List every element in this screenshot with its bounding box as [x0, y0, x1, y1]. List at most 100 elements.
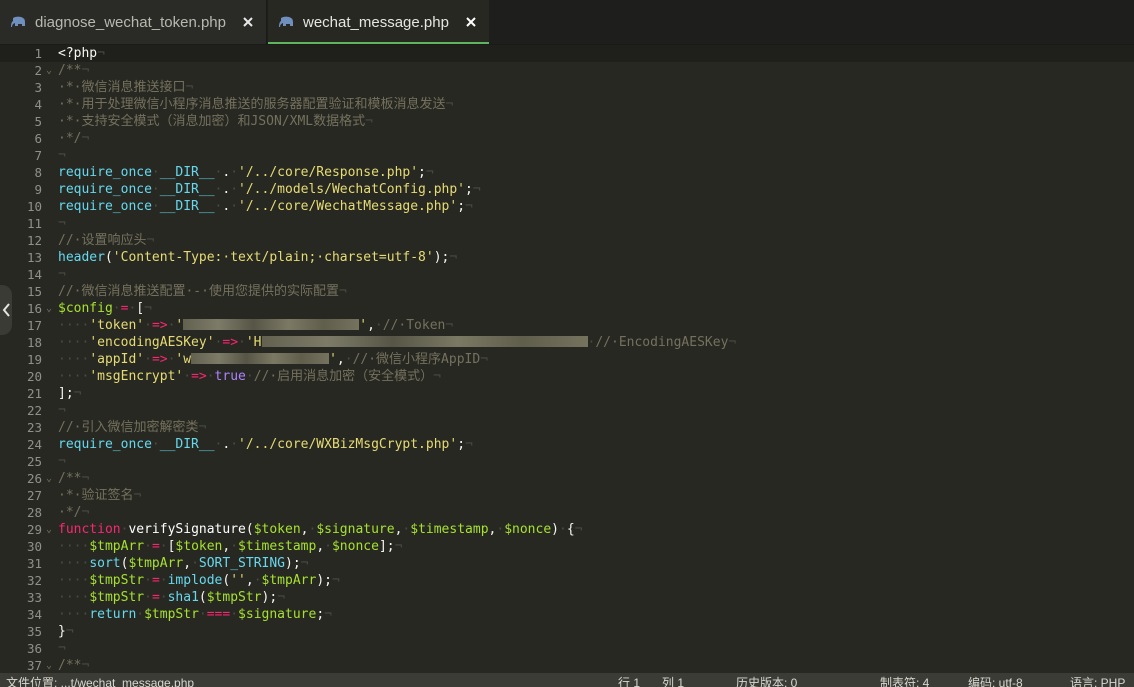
code-token: ; — [418, 165, 426, 180]
fold-toggle-icon[interactable]: ⌄ — [46, 300, 56, 317]
code-line[interactable]: 17 ····'token'·=>·' ',·//·Token¬ — [0, 317, 1134, 334]
status-file-path: 文件位置: ...t/wechat_message.php — [6, 676, 195, 687]
code-line[interactable]: 10 require_once·__DIR__·.·'/../core/Wecha… — [0, 198, 1134, 215]
code-line[interactable]: 26 ⌄/**¬ — [0, 470, 1134, 487]
code-line[interactable]: 36 ¬ — [0, 640, 1134, 657]
code-token: __DIR__ — [159, 182, 215, 197]
code-token: true — [214, 369, 246, 384]
line-number: 5 — [34, 114, 42, 129]
code-token: ¬ — [58, 403, 66, 418]
code-line[interactable]: 14 ¬ — [0, 266, 1134, 283]
status-item[interactable]: 制表符: 4 — [880, 676, 929, 687]
code-line[interactable]: 29 ⌄ function·verifySignature($token,·$sig… — [0, 521, 1134, 538]
code-token: ···· — [58, 590, 90, 605]
code-token: · — [144, 318, 152, 333]
code-token: function — [58, 522, 121, 537]
code-editor[interactable]: 1 <?php¬ 2 ⌄/**¬ 3 ·*·微信消息推送接口¬ 4 ·*·用于处理微信小程序消… — [0, 44, 1134, 673]
code-line[interactable]: 23 //·引入微信加密解密类¬ — [0, 419, 1134, 436]
close-icon[interactable] — [465, 16, 477, 28]
code-token: ' — [175, 318, 184, 333]
code-line[interactable]: 32 ····$tmpStr·=·implode('',·$tmpArr);¬ — [0, 572, 1134, 589]
code-line[interactable]: 30 ····$tmpArr·=·[$token,·$timestamp,·$no… — [0, 538, 1134, 555]
code-line[interactable]: 13 header('Content-Type:·text/plain;·char… — [0, 249, 1134, 266]
status-item[interactable]: 历史版本: 0 — [736, 676, 797, 687]
fold-toggle-icon[interactable]: ⌄ — [46, 470, 56, 487]
code-token: ¬ — [97, 46, 105, 61]
code-line[interactable]: 31 ····sort($tmpArr,·SORT_STRING);¬ — [0, 555, 1134, 572]
code-token: ·*·支持安全模式（消息加密）和JSON/XML数据格式 — [58, 114, 366, 129]
code-line[interactable]: 8 require_once·__DIR__·.·'/../core/Respon… — [0, 164, 1134, 181]
code-token: ¬ — [449, 250, 458, 265]
code-token: ; — [457, 437, 466, 452]
code-text: //·微信消息推送配置·-·使用您提供的实际配置¬ — [58, 283, 347, 300]
code-line[interactable]: 22 ¬ — [0, 402, 1134, 419]
code-line[interactable]: 25 ¬ — [0, 453, 1134, 470]
code-line[interactable]: 21];¬ — [0, 385, 1134, 402]
code-token: $token — [175, 539, 223, 554]
line-number: 8 — [34, 165, 42, 180]
fold-toggle-icon[interactable]: ⌄ — [46, 657, 56, 673]
code-line[interactable]: 18 ····'encodingAESKey'·=>·'H ·//·Encoding… — [0, 334, 1134, 351]
code-line[interactable]: 20 ····'msgEncrypt'·=>·true·//·启用消息加密（安全模… — [0, 368, 1134, 385]
code-token: · — [151, 165, 160, 180]
code-token: · — [253, 573, 262, 588]
code-token: · — [144, 590, 152, 605]
line-number: 27 — [26, 488, 42, 503]
line-number: 29 — [26, 522, 42, 537]
code-line[interactable]: 33 ····$tmpStr·=·sha1($tmpStr);¬ — [0, 589, 1134, 606]
code-line[interactable]: 27 ·*·验证签名¬ — [0, 487, 1134, 504]
tab-bar: diagnose_wechat_token.php wechat_message… — [0, 0, 1134, 45]
fold-toggle-icon[interactable]: ⌄ — [46, 521, 56, 538]
code-token: require_once — [58, 199, 152, 214]
code-token: $tmpArr — [128, 556, 184, 571]
code-line[interactable]: 5 ·*·支持安全模式（消息加密）和JSON/XML数据格式¬ — [0, 113, 1134, 130]
code-line[interactable]: 11 ¬ — [0, 215, 1134, 232]
code-text: ·*·微信消息推送接口¬ — [58, 79, 193, 96]
fold-toggle-icon[interactable]: ⌄ — [46, 62, 56, 79]
code-line[interactable]: 1 <?php¬ — [0, 45, 1134, 62]
code-token: ); — [261, 590, 278, 605]
status-item[interactable]: 列 1 — [662, 676, 684, 687]
code-token: , — [336, 352, 345, 367]
code-text: ];¬ — [58, 385, 81, 402]
close-icon[interactable] — [242, 16, 254, 28]
code-token: ¬ — [58, 267, 66, 282]
code-token: ¬ — [728, 335, 737, 350]
code-line[interactable]: 19 ····'appId'·=>·'w ',·//·微信小程序AppID¬ — [0, 351, 1134, 368]
code-line[interactable]: 9 require_once·__DIR__·.·'/../models/Wech… — [0, 181, 1134, 198]
code-line[interactable]: 24 require_once·__DIR__·.·'/../core/WXBiz… — [0, 436, 1134, 453]
code-token: $tmpStr — [89, 573, 145, 588]
line-number: 7 — [34, 148, 42, 163]
code-line[interactable]: 35}¬ — [0, 623, 1134, 640]
code-text: //·引入微信加密解密类¬ — [58, 419, 206, 436]
code-text: ·*·用于处理微信小程序消息推送的服务器配置验证和模板消息发送¬ — [58, 96, 453, 113]
code-line[interactable]: 3 ·*·微信消息推送接口¬ — [0, 79, 1134, 96]
code-line[interactable]: 12 //·设置响应头¬ — [0, 232, 1134, 249]
code-line[interactable]: 7 ¬ — [0, 147, 1134, 164]
code-line[interactable]: 34 ····return·$tmpStr·===·$signature;¬ — [0, 606, 1134, 623]
sidebar-toggle[interactable] — [0, 285, 12, 335]
code-line[interactable]: 16 ⌄ $config·=·[¬ — [0, 300, 1134, 317]
code-token: //·微信消息推送配置·-·使用您提供的实际配置 — [58, 284, 339, 299]
code-line[interactable]: 37 ⌄/**¬ — [0, 657, 1134, 673]
code-line[interactable]: 4 ·*·用于处理微信小程序消息推送的服务器配置验证和模板消息发送¬ — [0, 96, 1134, 113]
code-token: ·*/ — [58, 131, 82, 146]
tab-diagnose-wechat-token[interactable]: diagnose_wechat_token.php — [0, 0, 267, 44]
code-line[interactable]: 6 ·*/¬ — [0, 130, 1134, 147]
code-line[interactable]: 15//·微信消息推送配置·-·使用您提供的实际配置¬ — [0, 283, 1134, 300]
status-item[interactable]: 行 1 — [618, 676, 640, 687]
tab-wechat-message[interactable]: wechat_message.php — [268, 0, 489, 44]
status-item[interactable]: 编码: utf-8 — [968, 676, 1023, 687]
code-token: $signature — [238, 607, 317, 622]
code-token: /** — [58, 658, 82, 673]
code-token: //·微信小程序AppID — [352, 352, 481, 367]
code-token: $tmpArr — [261, 573, 317, 588]
code-line[interactable]: 2 ⌄/**¬ — [0, 62, 1134, 79]
code-token: === — [206, 607, 231, 622]
code-line[interactable]: 28 ·*/¬ — [0, 504, 1134, 521]
status-item[interactable]: 语言: PHP — [1070, 676, 1125, 687]
code-text: ····$tmpStr·=·implode('',·$tmpArr);¬ — [58, 572, 340, 589]
code-token: <?php — [58, 46, 98, 61]
code-text: require_once·__DIR__·.·'/../core/Respons… — [58, 164, 434, 181]
line-number: 26 — [26, 471, 42, 486]
